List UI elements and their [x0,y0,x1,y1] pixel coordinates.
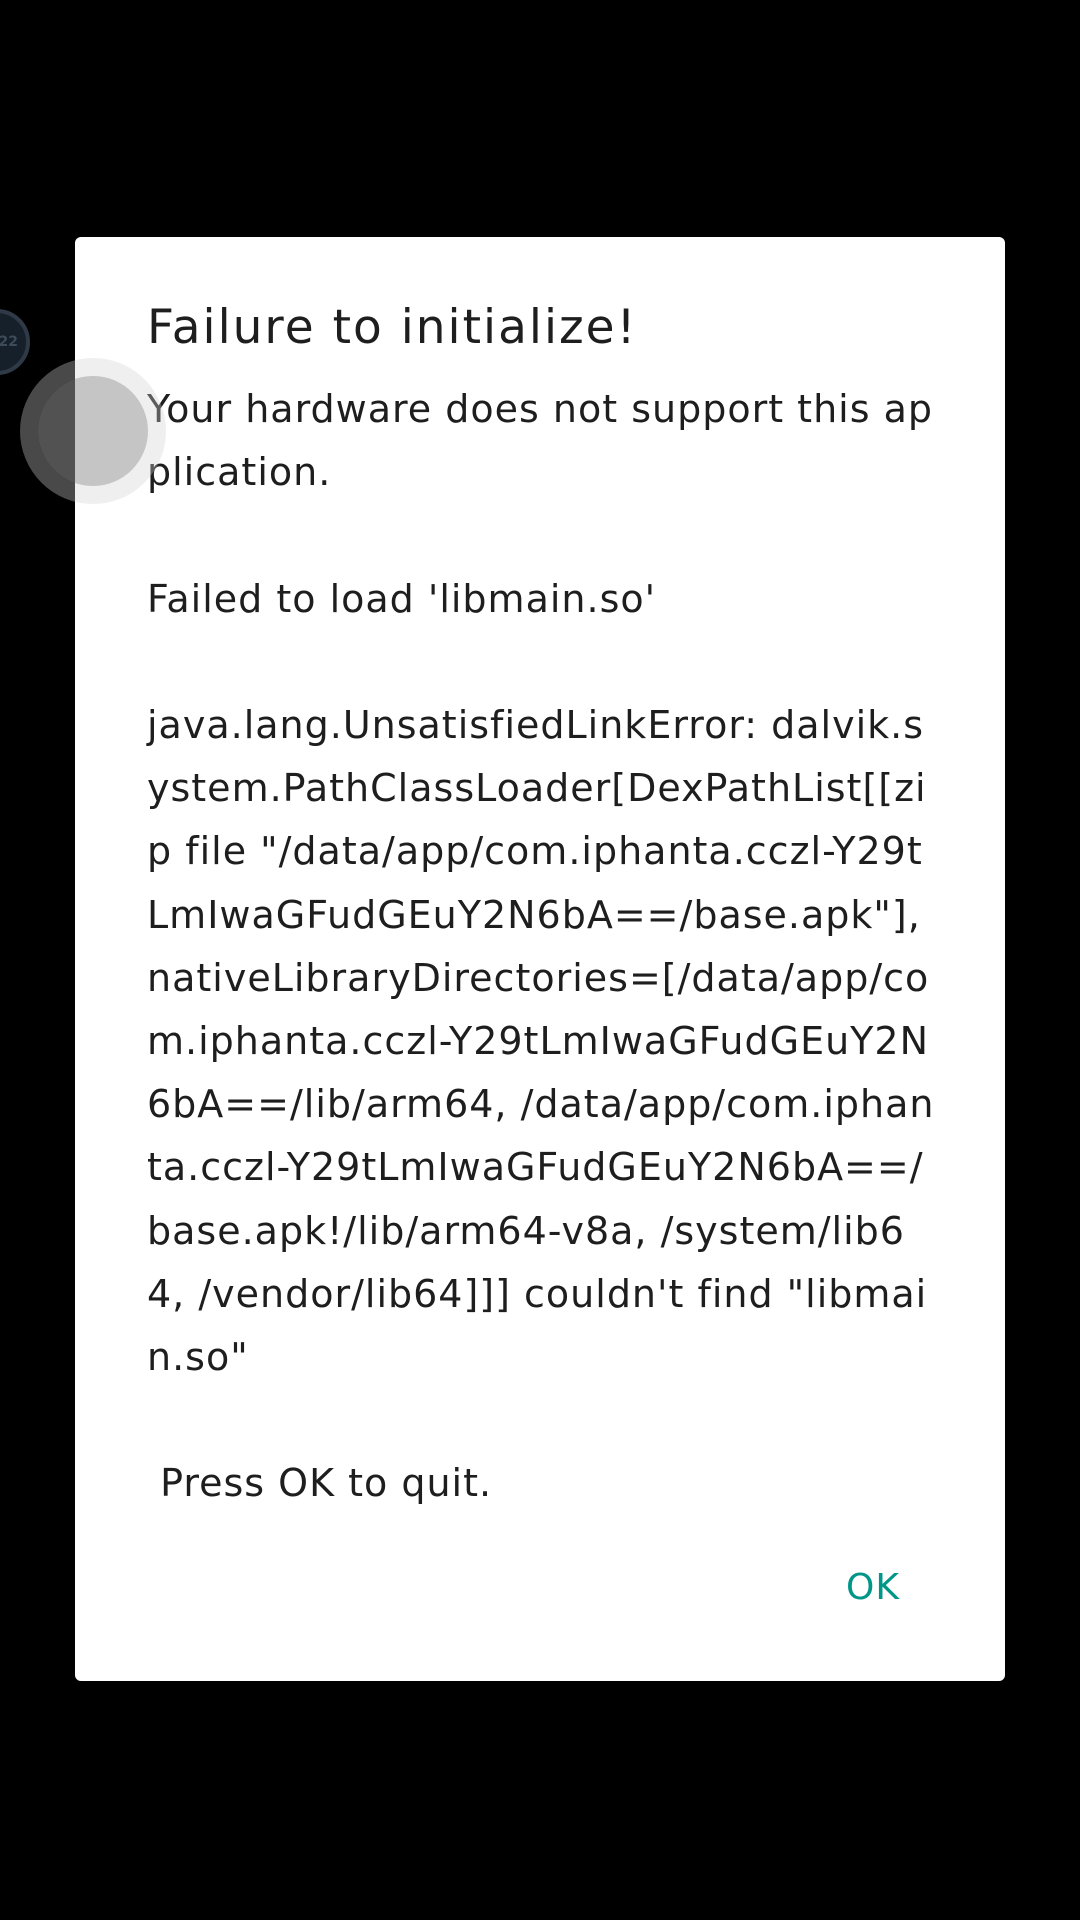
screen: 22 Failure to initialize! Your hardware … [0,0,1080,1920]
dialog-title: Failure to initialize! [147,300,638,355]
dialog-message: Your hardware does not support this appl… [147,387,935,1506]
ok-button[interactable]: OK [836,1559,910,1616]
error-dialog: Failure to initialize! Your hardware doe… [75,237,1005,1681]
floating-bubble[interactable]: 22 [0,309,30,375]
floating-bubble-label: 22 [0,334,18,350]
